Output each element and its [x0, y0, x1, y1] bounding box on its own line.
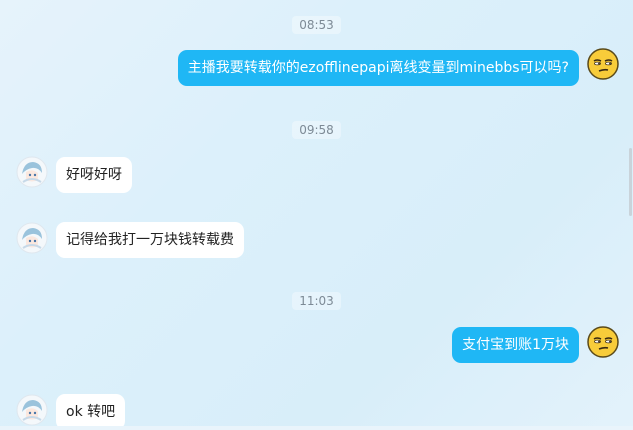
message-text: 好呀好呀	[66, 167, 122, 183]
outgoing-message-bubble[interactable]: 主播我要转载你的ezofflinepapi离线变量到minebbs可以吗?	[177, 50, 579, 86]
anime-girl-avatar-icon	[16, 394, 48, 426]
smirk-emoji-icon	[587, 48, 619, 80]
timestamp: 09:58	[0, 121, 633, 139]
anime-girl-avatar-icon	[16, 156, 48, 188]
timestamp: 08:53	[0, 16, 633, 34]
message-text: ok 转吧	[66, 404, 116, 420]
timestamp: 11:03	[0, 292, 633, 310]
smirk-emoji-avatar[interactable]	[587, 48, 619, 80]
outgoing-message-bubble[interactable]: 支付宝到账1万块	[452, 327, 579, 363]
smirk-emoji-icon	[587, 326, 619, 358]
message-text: 记得给我打一万块钱转载费	[66, 232, 234, 248]
anime-girl-avatar-icon	[16, 222, 48, 254]
smirk-emoji-avatar[interactable]	[587, 326, 619, 358]
anime-girl-avatar[interactable]	[16, 222, 48, 254]
incoming-message-bubble[interactable]: 好呀好呀	[56, 157, 132, 193]
anime-girl-avatar[interactable]	[16, 156, 48, 188]
anime-girl-avatar[interactable]	[16, 394, 48, 426]
message-text: 支付宝到账1万块	[462, 337, 569, 353]
incoming-message-bubble[interactable]: 记得给我打一万块钱转载费	[56, 222, 244, 258]
scrollbar[interactable]	[629, 148, 632, 216]
chat-message-area[interactable]: 08:53 主播我要转载你的ezofflinepapi离线变量到minebbs可…	[0, 0, 633, 430]
incoming-message-bubble[interactable]: ok 转吧	[56, 394, 126, 430]
bottom-divider	[0, 426, 633, 430]
message-text: 主播我要转载你的ezofflinepapi离线变量到minebbs可以吗?	[187, 60, 569, 76]
